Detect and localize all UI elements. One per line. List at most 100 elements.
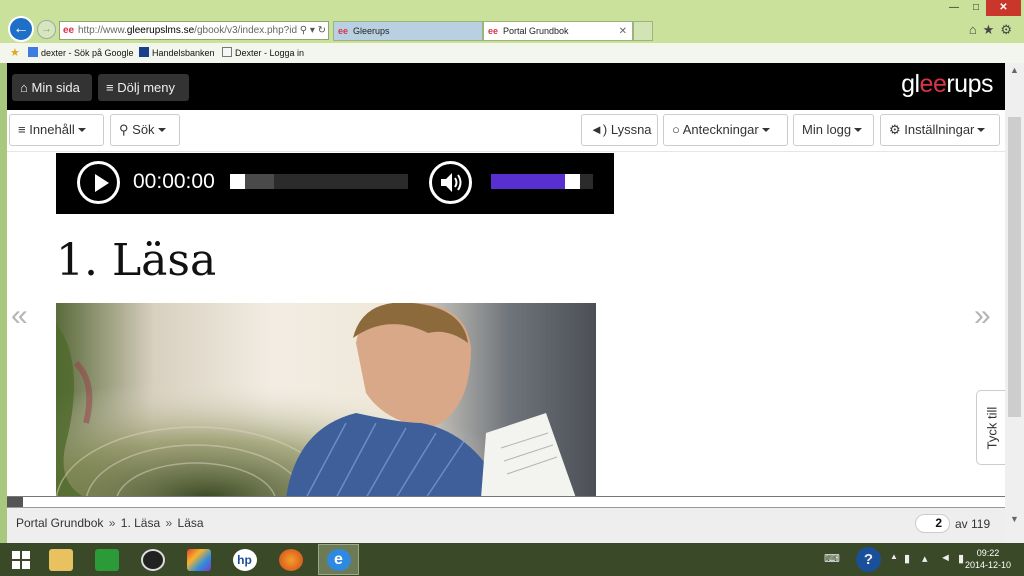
taskbar-internet-explorer[interactable]: e bbox=[318, 544, 359, 575]
volume-thumb[interactable] bbox=[565, 174, 580, 189]
scrollbar-thumb[interactable] bbox=[1008, 117, 1021, 417]
tab-label: Gleerups bbox=[353, 26, 390, 36]
site-favicon-icon: ee bbox=[63, 25, 75, 36]
google-icon bbox=[28, 47, 38, 57]
breadcrumb-separator: » bbox=[165, 516, 173, 530]
previous-page-arrow[interactable]: « bbox=[11, 299, 28, 333]
favorites-bar: ★ dexter - Sök på Google Handelsbanken D… bbox=[0, 43, 1024, 63]
min-logg-dropdown[interactable]: Min logg bbox=[793, 114, 874, 146]
taskbar-firefox[interactable] bbox=[270, 544, 311, 575]
photos-icon bbox=[186, 548, 211, 571]
hp-icon: hp bbox=[232, 548, 257, 571]
min-sida-button[interactable]: ⌂ Min sida bbox=[12, 74, 92, 101]
maximize-icon[interactable]: □ bbox=[966, 0, 986, 16]
taskbar-explorer[interactable] bbox=[40, 544, 81, 575]
play-button[interactable] bbox=[77, 161, 120, 204]
tyck-till-label: Tyck till bbox=[984, 406, 999, 449]
boy-reading-illustration bbox=[56, 303, 596, 498]
volume-slider[interactable] bbox=[491, 174, 593, 189]
start-button[interactable] bbox=[0, 544, 41, 575]
breadcrumb-item[interactable]: 1. Läsa bbox=[121, 516, 160, 530]
tab-portal-grundbok[interactable]: ee Portal Grundbok ✕ bbox=[483, 21, 633, 41]
dolj-meny-button[interactable]: ≡ Dölj meny bbox=[98, 74, 189, 101]
address-prefix: http://www. bbox=[78, 25, 127, 36]
window-close-icon[interactable]: ✕ bbox=[986, 0, 1021, 16]
min-sida-label: Min sida bbox=[31, 80, 80, 95]
store-icon bbox=[94, 548, 119, 571]
taskbar-photos[interactable] bbox=[178, 544, 219, 575]
favorite-label: Dexter - Logga in bbox=[235, 48, 305, 58]
volume-tray-icon[interactable]: ◄ bbox=[940, 552, 951, 564]
favorite-label: Handelsbanken bbox=[152, 48, 215, 58]
sok-label: Sök bbox=[132, 122, 155, 137]
media-icon bbox=[140, 548, 165, 571]
minimize-icon[interactable]: — bbox=[942, 0, 966, 16]
tray-expand-icon[interactable]: ▲ bbox=[890, 552, 898, 561]
favorite-google[interactable]: dexter - Sök på Google bbox=[28, 43, 134, 63]
sok-dropdown[interactable]: ⚲ Sök bbox=[110, 114, 180, 146]
address-tools-icon[interactable]: ⚲ ▾ ↻ bbox=[296, 22, 326, 39]
home-icon: ⌂ bbox=[20, 80, 28, 95]
address-path: /gbook/v3/index.php?id= bbox=[194, 25, 303, 36]
anteckningar-dropdown[interactable]: ○ Anteckningar bbox=[663, 114, 788, 146]
innehall-dropdown[interactable]: ≡ Innehåll bbox=[9, 114, 104, 146]
audio-progress-bar[interactable] bbox=[230, 174, 408, 189]
volume-button[interactable] bbox=[429, 161, 472, 204]
keyboard-icon[interactable]: ⌨ bbox=[824, 552, 840, 565]
windows-logo-icon bbox=[11, 550, 30, 569]
network-icon[interactable]: ▮ bbox=[904, 552, 910, 565]
page-title: 1. Läsa bbox=[56, 235, 217, 286]
back-arrow-icon[interactable]: ← bbox=[8, 16, 34, 42]
firefox-icon bbox=[278, 548, 303, 571]
speaker-icon: ◄) bbox=[590, 122, 608, 137]
ie-icon: e bbox=[326, 548, 351, 571]
address-bar[interactable]: ee http://www.gleerupslms.se/gbook/v3/ind… bbox=[59, 21, 329, 40]
address-host: gleerupslms.se bbox=[126, 25, 195, 36]
clock-date: 2014-12-10 bbox=[964, 560, 1012, 570]
bank-icon bbox=[139, 47, 149, 57]
scroll-up-icon[interactable]: ▲ bbox=[1005, 65, 1024, 81]
taskbar-clock[interactable]: 09:22 2014-12-10 bbox=[964, 547, 1012, 571]
lyssna-button[interactable]: ◄) Lyssna bbox=[581, 114, 658, 146]
tab-close-icon[interactable]: ✕ bbox=[619, 22, 627, 41]
lyssna-label: Lyssna bbox=[610, 122, 652, 137]
home-favorites-settings-icons[interactable]: ⌂★⚙ bbox=[969, 22, 1018, 38]
clock-time: 09:22 bbox=[976, 548, 1000, 558]
installningar-dropdown[interactable]: ⚙ Inställningar bbox=[880, 114, 1000, 146]
breadcrumb: Portal Grundbok » 1. Läsa » Läsa bbox=[16, 516, 204, 530]
caret-down-icon bbox=[854, 128, 863, 132]
taskbar-media[interactable] bbox=[132, 544, 173, 575]
tab-favicon-icon: ee bbox=[488, 26, 499, 36]
taskbar-store[interactable] bbox=[86, 544, 127, 575]
new-tab-button[interactable] bbox=[633, 21, 653, 41]
book-toolbar: ≡ Innehåll ⚲ Sök ◄) Lyssna ○ Anteckninga… bbox=[7, 110, 1005, 152]
scroll-down-icon[interactable]: ▼ bbox=[1005, 514, 1024, 530]
audio-player: 00:00:00 bbox=[56, 153, 614, 214]
tab-gleerups[interactable]: ee Gleerups bbox=[333, 21, 483, 41]
volume-fill bbox=[491, 174, 565, 189]
reading-progress-bar[interactable] bbox=[7, 496, 1005, 508]
breadcrumb-item[interactable]: Portal Grundbok bbox=[16, 516, 103, 530]
forward-arrow-icon[interactable]: → bbox=[37, 20, 56, 39]
min-logg-label: Min logg bbox=[802, 122, 852, 137]
vertical-scrollbar[interactable]: ▲ ▼ bbox=[1005, 63, 1024, 543]
gear-icon: ⚙ bbox=[889, 122, 901, 137]
favorite-dexter[interactable]: Dexter - Logga in bbox=[222, 43, 304, 63]
gleerups-logo: gleerups bbox=[901, 70, 993, 98]
anteckningar-label: Anteckningar bbox=[682, 122, 759, 137]
search-icon: ⚲ bbox=[119, 122, 129, 137]
breadcrumb-separator: » bbox=[108, 516, 116, 530]
tyck-till-tab[interactable]: Tyck till bbox=[976, 390, 1005, 465]
page-number-input[interactable]: 2 bbox=[915, 514, 950, 533]
help-icon[interactable]: ? bbox=[856, 547, 881, 572]
footer-bar: Portal Grundbok » 1. Läsa » Läsa 2 av 11… bbox=[7, 508, 1005, 543]
favorite-handelsbanken[interactable]: Handelsbanken bbox=[139, 43, 215, 63]
favorites-star-icon[interactable]: ★ bbox=[10, 43, 20, 63]
taskbar-hp[interactable]: hp bbox=[224, 544, 265, 575]
next-page-arrow[interactable]: » bbox=[974, 299, 991, 333]
page-icon bbox=[222, 47, 232, 57]
caret-down-icon bbox=[761, 128, 770, 132]
audio-progress-thumb[interactable] bbox=[230, 174, 245, 189]
play-icon bbox=[95, 174, 109, 192]
signal-icon[interactable]: ▴ bbox=[922, 552, 928, 565]
